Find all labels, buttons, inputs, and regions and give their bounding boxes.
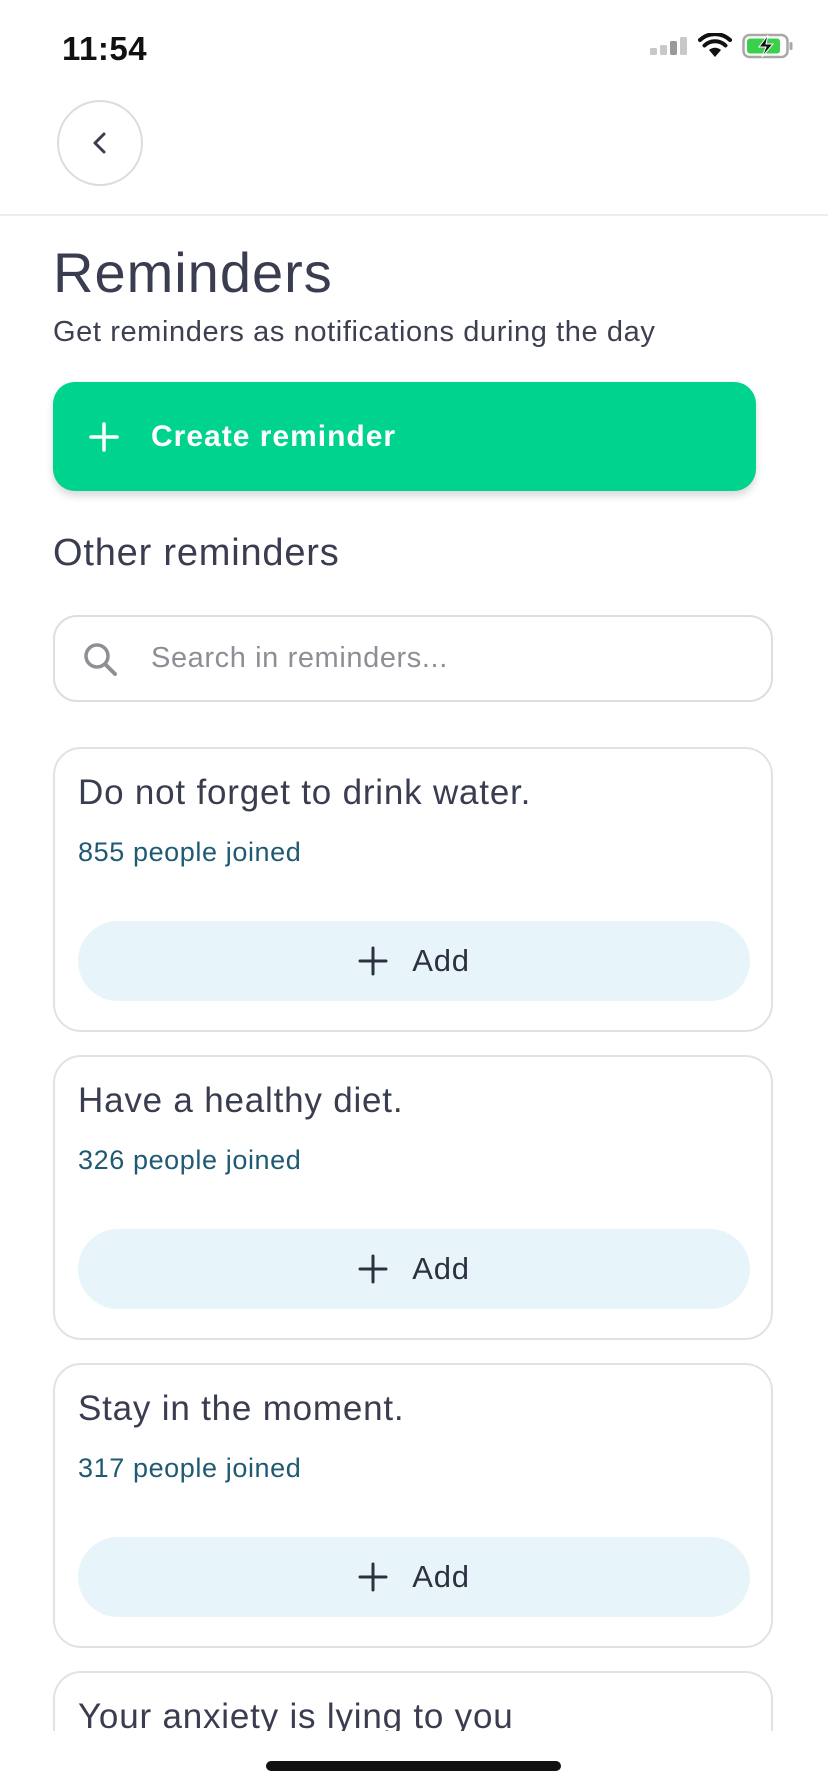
add-reminder-button[interactable]: Add (78, 1537, 750, 1617)
search-input[interactable] (149, 641, 713, 676)
section-title-other-reminders: Other reminders (53, 532, 340, 574)
search-box[interactable] (53, 615, 773, 702)
create-reminder-button[interactable]: Create reminder (53, 382, 756, 491)
status-bar: 11:54 (0, 0, 828, 100)
top-navigation-bar (0, 100, 828, 216)
plus-icon (358, 946, 388, 976)
back-button[interactable] (57, 100, 143, 186)
reminder-card: Have a healthy diet. 326 people joined A… (53, 1055, 773, 1340)
status-time: 11:54 (62, 30, 148, 67)
plus-icon (358, 1562, 388, 1592)
reminder-joined-count: 326 people joined (78, 1145, 302, 1175)
status-icons (650, 33, 794, 59)
page-title: Reminders (53, 241, 333, 304)
reminder-title: Stay in the moment. (78, 1389, 405, 1428)
plus-icon (358, 1254, 388, 1284)
add-label: Add (412, 1251, 470, 1286)
reminder-card: Your anxiety is lying to you (53, 1671, 773, 1731)
create-reminder-label: Create reminder (151, 419, 397, 453)
home-indicator (266, 1761, 561, 1771)
reminder-title: Your anxiety is lying to you (78, 1697, 514, 1731)
add-label: Add (412, 1559, 470, 1594)
battery-charging-icon (742, 33, 793, 59)
page-subtitle: Get reminders as notifications during th… (53, 316, 656, 348)
reminder-card: Stay in the moment. 317 people joined Ad… (53, 1363, 773, 1648)
reminder-joined-count: 855 people joined (78, 837, 302, 867)
reminder-title: Do not forget to drink water. (78, 773, 532, 812)
reminder-joined-count: 317 people joined (78, 1453, 302, 1483)
cellular-signal-icon (650, 37, 687, 55)
wifi-icon (698, 33, 732, 57)
reminder-card: Do not forget to drink water. 855 people… (53, 747, 773, 1032)
chevron-left-icon (93, 132, 106, 154)
add-label: Add (412, 943, 470, 978)
search-icon (84, 642, 117, 676)
reminder-title: Have a healthy diet. (78, 1081, 404, 1120)
add-reminder-button[interactable]: Add (78, 921, 750, 1001)
plus-icon (89, 421, 119, 452)
reminder-list: Do not forget to drink water. 855 people… (53, 747, 773, 1754)
add-reminder-button[interactable]: Add (78, 1229, 750, 1309)
